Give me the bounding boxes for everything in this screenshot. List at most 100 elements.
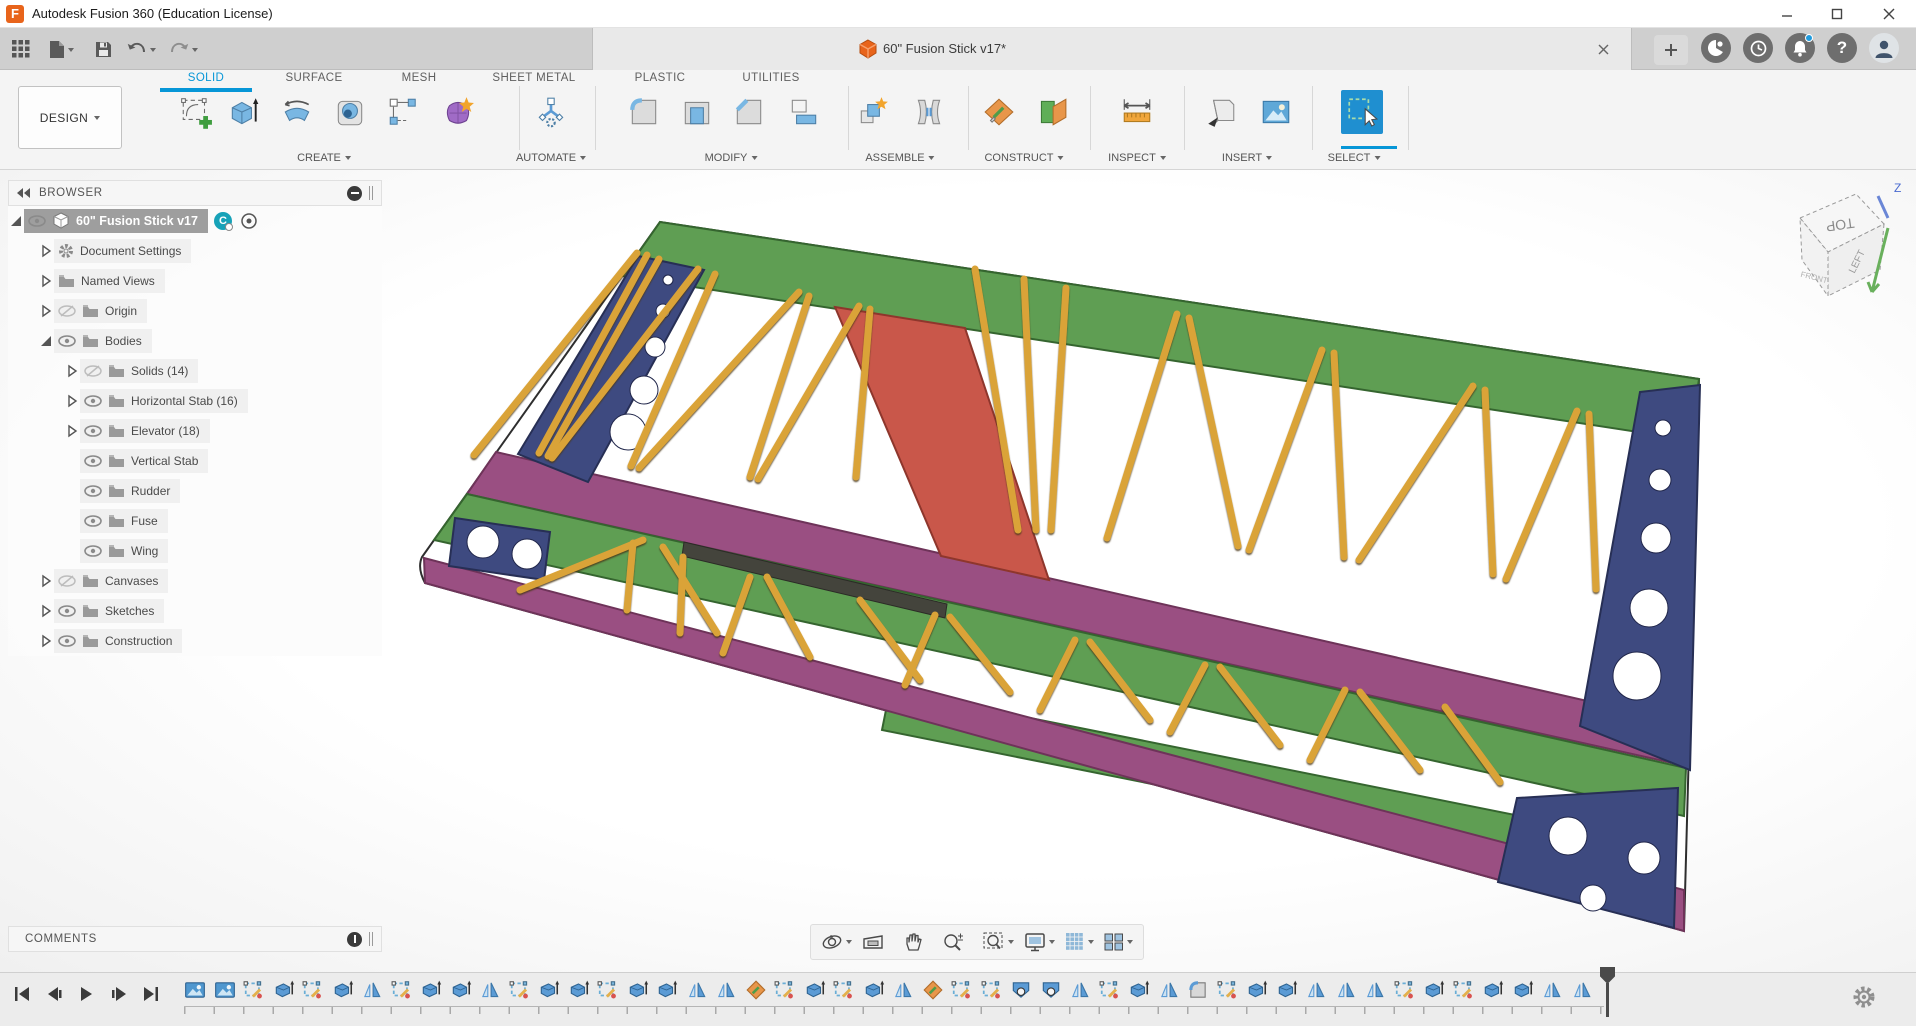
tab-surface[interactable]: SURFACE (285, 72, 342, 84)
group-assemble[interactable]: ASSEMBLE (865, 152, 934, 164)
new-component-button[interactable] (852, 90, 894, 134)
timeline-feature-extrude[interactable] (332, 978, 354, 1002)
timeline-feature-plane[interactable] (745, 978, 767, 1002)
undo-caret-icon[interactable] (150, 48, 156, 52)
collapsed-twisty-icon[interactable] (38, 243, 54, 259)
timeline-feature-mirror[interactable] (479, 978, 501, 1002)
timeline-feature-sketch[interactable] (1394, 978, 1416, 1002)
timeline-feature-fillet[interactable] (1187, 978, 1209, 1002)
maximize-button[interactable] (1812, 0, 1862, 28)
close-button[interactable] (1864, 0, 1914, 28)
expanded-twisty-icon[interactable] (8, 213, 24, 229)
measure-button[interactable] (1116, 90, 1158, 134)
workspace-selector[interactable]: DESIGN (18, 86, 122, 149)
timeline-feature-extrude[interactable] (1482, 978, 1504, 1002)
offset-face-button[interactable] (783, 90, 825, 134)
revolve-button[interactable] (276, 90, 318, 134)
timeline-feature-sketch[interactable] (509, 978, 531, 1002)
app-grid-button[interactable] (8, 37, 34, 61)
job-status-button[interactable] (1743, 33, 1773, 63)
timeline-feature-mirror[interactable] (892, 978, 914, 1002)
step-forward-button[interactable] (106, 981, 132, 1007)
browser-row-horizontal-stab[interactable]: Horizontal Stab (16) (8, 386, 382, 416)
browser-row-rudder[interactable]: Rudder (8, 476, 382, 506)
comments-header[interactable]: COMMENTS (8, 926, 382, 952)
group-automate[interactable]: AUTOMATE (516, 152, 586, 164)
3d-viewport[interactable]: TOP LEFT FRONT Z BROWSER 60" Fusion Stic… (0, 170, 1916, 972)
eye-visible-icon[interactable] (84, 454, 102, 468)
timeline-feature-sketch[interactable] (1453, 978, 1475, 1002)
timeline-settings-gear-icon[interactable] (1852, 985, 1876, 1009)
timeline-feature-sketch[interactable] (981, 978, 1003, 1002)
tab-plastic[interactable]: PLASTIC (635, 72, 686, 84)
insert-canvas-button[interactable] (1255, 90, 1297, 134)
timeline-feature-extrude[interactable] (1512, 978, 1534, 1002)
timeline-feature-mirror[interactable] (1571, 978, 1593, 1002)
file-menu-button[interactable] (44, 37, 70, 61)
offset-plane-button[interactable] (1030, 90, 1072, 134)
redo-caret-icon[interactable] (192, 48, 198, 52)
browser-grip-handle[interactable] (369, 186, 373, 200)
timeline-feature-hole[interactable] (1010, 978, 1032, 1002)
eye-visible-icon[interactable] (84, 424, 102, 438)
collapsed-twisty-icon[interactable] (38, 633, 54, 649)
display-settings-button[interactable] (1020, 929, 1059, 955)
collapsed-twisty-icon[interactable] (38, 573, 54, 589)
timeline-feature-hole[interactable] (1040, 978, 1062, 1002)
eye-visible-icon[interactable] (84, 514, 102, 528)
collapsed-twisty-icon[interactable] (38, 273, 54, 289)
timeline-feature-extrude[interactable] (863, 978, 885, 1002)
orbit-button[interactable] (817, 928, 856, 956)
browser-row-named-views[interactable]: Named Views (8, 266, 382, 296)
eye-visible-icon[interactable] (58, 604, 76, 618)
timeline-feature-extrude[interactable] (1276, 978, 1298, 1002)
document-tab[interactable]: 60" Fusion Stick v17* (592, 28, 1632, 70)
new-tab-button[interactable] (1654, 35, 1688, 65)
timeline-feature-sketch[interactable] (302, 978, 324, 1002)
tab-solid[interactable]: SOLID (188, 72, 225, 84)
collapsed-twisty-icon[interactable] (64, 393, 80, 409)
skip-to-end-button[interactable] (138, 981, 164, 1007)
eye-hidden-icon[interactable] (84, 364, 102, 378)
timeline-feature-extrude[interactable] (804, 978, 826, 1002)
timeline-feature-extrude[interactable] (273, 978, 295, 1002)
timeline-feature-sketch[interactable] (597, 978, 619, 1002)
expanded-twisty-icon[interactable] (38, 333, 54, 349)
look-at-button[interactable] (858, 929, 897, 955)
browser-row-construction[interactable]: Construction (8, 626, 382, 656)
cloud-status-badge[interactable]: C (214, 212, 232, 230)
timeline-feature-mirror[interactable] (1364, 978, 1386, 1002)
group-construct[interactable]: CONSTRUCT (984, 152, 1063, 164)
laser-cut-sheet-model[interactable] (420, 222, 1700, 931)
timeline-feature-sketch[interactable] (243, 978, 265, 1002)
group-inspect[interactable]: INSPECT (1108, 152, 1166, 164)
timeline-feature-extrude[interactable] (538, 978, 560, 1002)
construction-plane-button[interactable] (978, 90, 1020, 134)
timeline-feature-sketch[interactable] (391, 978, 413, 1002)
browser-row-document-settings[interactable]: Document Settings (8, 236, 382, 266)
timeline-feature-sketch[interactable] (1099, 978, 1121, 1002)
collapsed-twisty-icon[interactable] (38, 603, 54, 619)
timeline-feature-extrude[interactable] (568, 978, 590, 1002)
group-modify[interactable]: MODIFY (705, 152, 758, 164)
browser-collapse-button[interactable] (347, 186, 362, 201)
timeline-feature-sketch[interactable] (833, 978, 855, 1002)
tab-sheet-metal[interactable]: SHEET METAL (492, 72, 575, 84)
play-button[interactable] (74, 981, 100, 1007)
timeline-feature-extrude[interactable] (1423, 978, 1445, 1002)
browser-row-solids[interactable]: Solids (14) (8, 356, 382, 386)
eye-visible-icon[interactable] (84, 484, 102, 498)
step-back-button[interactable] (42, 981, 68, 1007)
save-button[interactable] (90, 37, 116, 61)
browser-row-vertical-stab[interactable]: Vertical Stab (8, 446, 382, 476)
timeline-feature-mirror[interactable] (1541, 978, 1563, 1002)
timeline-feature-mirror[interactable] (1335, 978, 1357, 1002)
minimize-button[interactable] (1762, 0, 1812, 28)
tab-mesh[interactable]: MESH (402, 72, 437, 84)
timeline-playhead-handle[interactable] (1600, 967, 1615, 984)
group-create[interactable]: CREATE (297, 152, 351, 164)
timeline-feature-sketch[interactable] (951, 978, 973, 1002)
timeline-feature-plane[interactable] (922, 978, 944, 1002)
timeline-feature-extrude[interactable] (450, 978, 472, 1002)
timeline-feature-sketch[interactable] (774, 978, 796, 1002)
